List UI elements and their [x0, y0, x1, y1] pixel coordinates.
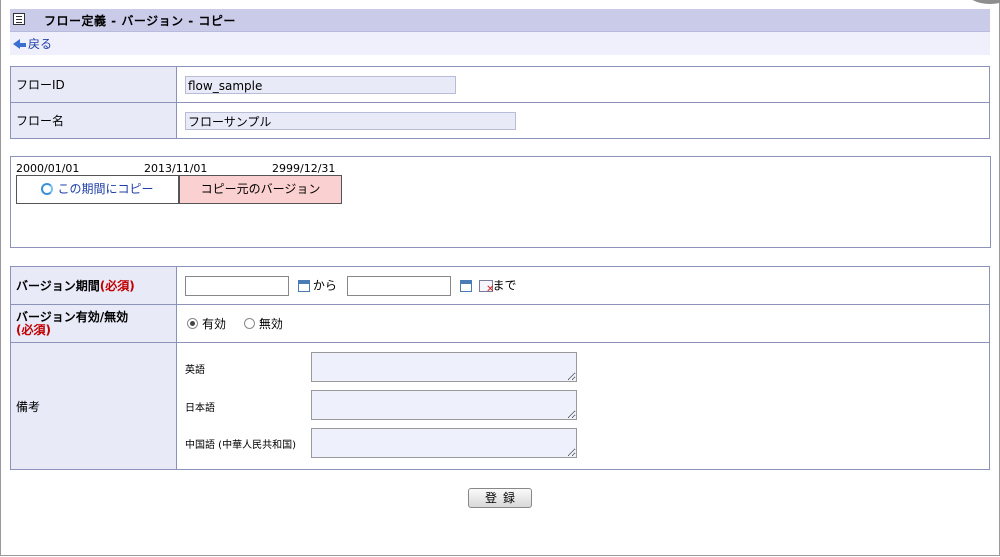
copy-to-period-button[interactable]: この期間にコピー [16, 175, 179, 204]
flow-info-table: フローID flow_sample フロー名 フローサンプル [10, 66, 990, 139]
period-required: (必須) [99, 279, 135, 293]
valid-required: (必須) [16, 322, 51, 337]
flow-name-value: フローサンプル [185, 111, 516, 130]
radio-invalid-label: 無効 [258, 317, 283, 331]
nav-bar: 戻る [10, 32, 990, 55]
timeline-date-end: 2999/12/31 [272, 162, 336, 175]
notes-lang-chinese: 中国語 (中華人民共和国) [185, 440, 296, 451]
radio-invalid-indicator[interactable] [243, 318, 255, 329]
radio-valid[interactable]: 有効 [187, 317, 226, 331]
flow-id-value: flow_sample [185, 75, 456, 94]
notes-chinese-textarea[interactable] [311, 428, 577, 458]
document-icon [13, 13, 25, 25]
notes-lang-english: 英語 [185, 365, 205, 376]
flow-name-label: フロー名 [10, 102, 177, 139]
radio-valid-label: 有効 [202, 317, 227, 331]
version-form-table: バージョン期間(必須) から まで バージョン有効/無効(必須) 有効 無効 備… [10, 266, 990, 470]
register-button[interactable]: 登録 [468, 488, 532, 508]
start-calendar-icon[interactable] [297, 279, 310, 292]
timeline-date-start: 2000/01/01 [16, 162, 80, 175]
notes-label: 備考 [10, 342, 177, 470]
refresh-icon [41, 183, 54, 195]
flow-id-label: フローID [10, 66, 177, 103]
end-calendar-icon[interactable] [459, 279, 472, 292]
from-text: から [312, 278, 337, 292]
notes-japanese-textarea[interactable] [311, 390, 577, 420]
to-text: まで [492, 278, 517, 292]
radio-valid-indicator[interactable] [187, 318, 198, 329]
version-timeline: 2000/01/01 2013/11/01 2999/12/31 この期間にコピ… [10, 156, 991, 248]
valid-label: バージョン有効/無効 [16, 309, 129, 324]
source-version-label: コピー元のバージョン [200, 182, 321, 196]
back-arrow-icon [13, 39, 20, 49]
timeline-date-middle: 2013/11/01 [144, 162, 208, 175]
title-bar: フロー定義 - バージョン - コピー [10, 9, 990, 32]
notes-lang-japanese: 日本語 [185, 403, 215, 414]
period-label-cell: バージョン期間(必須) [10, 266, 177, 305]
page-title: フロー定義 - バージョン - コピー [44, 14, 236, 28]
back-link[interactable]: 戻る [13, 35, 52, 52]
period-label: バージョン期間 [16, 279, 100, 293]
copy-to-period-label: この期間にコピー [57, 182, 154, 196]
end-date-input[interactable] [346, 275, 451, 296]
clear-date-icon[interactable] [478, 279, 495, 295]
source-version-segment[interactable]: コピー元のバージョン [179, 175, 342, 204]
valid-label-cell: バージョン有効/無効 (必須) [10, 304, 177, 343]
notes-english-textarea[interactable] [311, 352, 577, 382]
back-label: 戻る [28, 37, 53, 51]
radio-invalid[interactable]: 無効 [243, 317, 283, 331]
start-date-input[interactable] [185, 275, 289, 296]
